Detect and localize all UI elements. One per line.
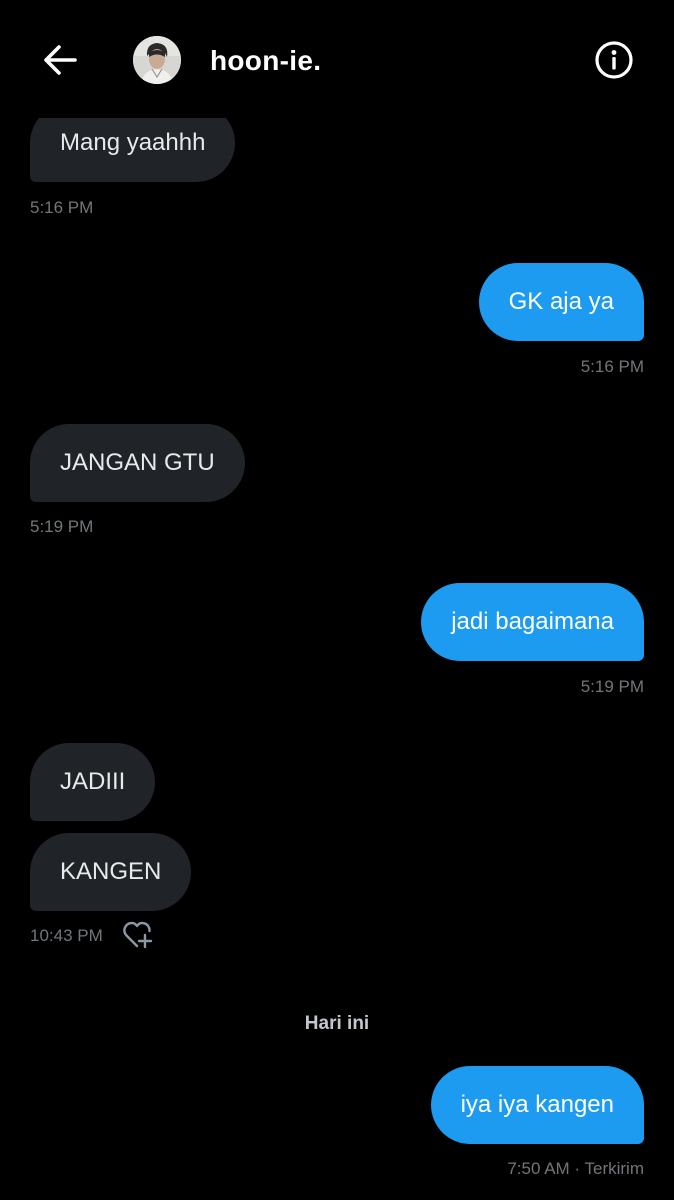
- heart-plus-icon: [123, 921, 153, 949]
- conversation-username[interactable]: hoon-ie.: [210, 45, 321, 77]
- message-status: 7:50 AM · Terkirim: [507, 1159, 644, 1178]
- day-separator: Hari ini: [304, 1013, 370, 1034]
- message-timestamp: 5:19 PM: [580, 677, 644, 696]
- add-reaction-button[interactable]: [122, 920, 154, 950]
- info-button[interactable]: [591, 37, 637, 83]
- conversation-header: hoon-ie.: [0, 0, 674, 118]
- back-button[interactable]: [38, 40, 82, 80]
- message-bubble-outgoing[interactable]: GK aja ya: [478, 263, 644, 341]
- message-timestamp: 5:16 PM: [580, 357, 644, 376]
- message-bubble-outgoing[interactable]: iya iya kangen: [430, 1066, 644, 1144]
- message-bubble-outgoing[interactable]: jadi bagaimana: [421, 583, 644, 661]
- message-timestamp: 5:16 PM: [30, 198, 94, 217]
- message-bubble-incoming[interactable]: KANGEN: [30, 833, 192, 911]
- avatar-photo: [133, 36, 181, 84]
- message-bubble-incoming[interactable]: JADIII: [30, 743, 156, 821]
- info-circle-icon: [595, 41, 633, 79]
- message-timestamp: 5:19 PM: [30, 517, 94, 536]
- avatar[interactable]: [133, 36, 181, 84]
- message-bubble-incoming[interactable]: JANGAN GTU: [30, 424, 245, 502]
- arrow-left-icon: [44, 45, 77, 75]
- message-timestamp: 10:43 PM: [30, 926, 103, 945]
